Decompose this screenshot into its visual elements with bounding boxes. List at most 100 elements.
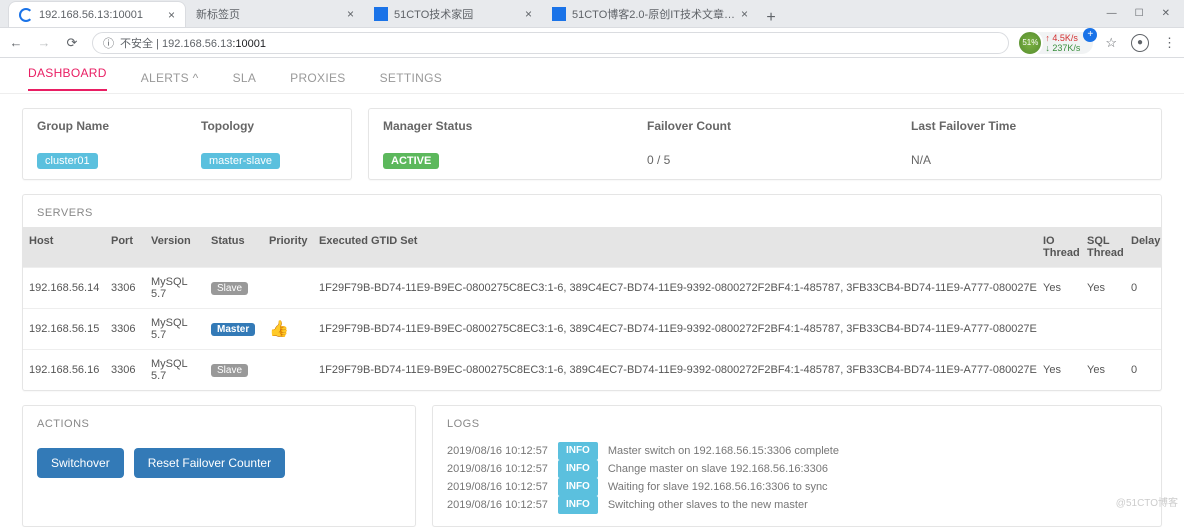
close-window-icon[interactable]: ✕ [1162,8,1170,19]
tab-alerts[interactable]: ALERTS ^ [141,71,199,85]
log-level: INFO [558,460,598,478]
cell-host: 192.168.56.16 [23,356,105,384]
cell-gtid: 1F29F79B-BD74-11E9-B9EC-0800275C8EC3:1-6… [313,315,1037,343]
cell-gtid: 1F29F79B-BD74-11E9-B9EC-0800275C8EC3:1-6… [313,356,1037,384]
header-group-name: Group Name [23,109,187,143]
last-failover: N/A [897,143,1161,179]
log-line: 2019/08/16 10:12:57 INFO Waiting for sla… [447,478,1147,496]
close-icon[interactable]: × [347,7,354,21]
table-row[interactable]: 192.168.56.15 3306 MySQL 5.7 Master 👍 1F… [23,308,1161,349]
cell-io [1037,321,1081,337]
cell-version: MySQL 5.7 [145,350,205,390]
tab-title: 51CTO技术家园 [394,6,473,22]
cell-io: Yes [1037,274,1081,302]
star-icon[interactable]: ☆ [1105,35,1117,51]
log-ts: 2019/08/16 10:12:57 [447,478,548,496]
cell-status: Master [205,315,263,343]
favicon-icon [374,7,388,21]
info-icon[interactable]: ⓘ [103,35,114,51]
forward-icon[interactable]: → [36,35,52,50]
menu-icon[interactable]: ⋮ [1163,35,1176,51]
url-input[interactable]: ⓘ 不安全 | 192.168.56.13:10001 [92,32,1009,54]
status-panel: Manager Status Failover Count Last Failo… [368,108,1162,180]
browser-tab[interactable]: 新标签页 × [186,1,364,27]
cell-io: Yes [1037,356,1081,384]
cell-sql: Yes [1081,356,1125,384]
actions-panel: ACTIONS Switchover Reset Failover Counte… [22,405,416,527]
servers-title: SERVERS [23,195,1161,227]
browser-tabs: 192.168.56.13:10001 × 新标签页 × 51CTO技术家园 ×… [0,0,1184,28]
log-line: 2019/08/16 10:12:57 INFO Change master o… [447,460,1147,478]
group-name-chip[interactable]: cluster01 [37,153,98,169]
log-level: INFO [558,478,598,496]
favicon-icon [19,8,33,22]
cell-gtid: 1F29F79B-BD74-11E9-B9EC-0800275C8EC3:1-6… [313,274,1037,302]
cell-host: 192.168.56.14 [23,274,105,302]
log-level: INFO [558,496,598,514]
header-last-failover: Last Failover Time [897,109,1161,143]
close-icon[interactable]: × [741,7,748,21]
address-bar: ← → ⟳ ⓘ 不安全 | 192.168.56.13:10001 51% ↑ … [0,28,1184,58]
percent-badge: 51% [1017,30,1043,56]
topology-chip[interactable]: master-slave [201,153,280,169]
active-chip: ACTIVE [383,153,439,169]
cell-sql: Yes [1081,274,1125,302]
group-panel: Group Name Topology cluster01 master-sla… [22,108,352,180]
header-manager-status: Manager Status [369,109,633,143]
upload-speed: ↑ 4.5K/s [1045,33,1080,43]
cell-priority: 👍 [263,311,313,347]
header-failover-count: Failover Count [633,109,897,143]
cell-priority [263,362,313,378]
minimize-icon[interactable]: — [1107,8,1117,19]
cell-sql [1081,321,1125,337]
tab-title: 新标签页 [196,6,240,22]
back-icon[interactable]: ← [8,35,24,50]
log-msg: Change master on slave 192.168.56.16:330… [608,460,828,478]
cell-port: 3306 [105,315,145,343]
browser-tab[interactable]: 51CTO博客2.0-原创IT技术文章… × [542,1,758,27]
log-msg: Master switch on 192.168.56.15:3306 comp… [608,442,839,460]
reset-failover-button[interactable]: Reset Failover Counter [134,448,285,478]
cell-version: MySQL 5.7 [145,309,205,349]
log-ts: 2019/08/16 10:12:57 [447,460,548,478]
tab-dashboard[interactable]: DASHBOARD [28,66,107,91]
log-ts: 2019/08/16 10:12:57 [447,442,548,460]
new-tab-button[interactable]: + [758,9,784,27]
table-row[interactable]: 192.168.56.16 3306 MySQL 5.7 Slave 1F29F… [23,349,1161,390]
logs-panel: LOGS 2019/08/16 10:12:57 INFO Master swi… [432,405,1162,527]
cell-status: Slave [205,274,263,302]
reload-icon[interactable]: ⟳ [64,35,80,51]
cell-version: MySQL 5.7 [145,268,205,308]
profile-icon[interactable]: ● [1131,34,1149,52]
window-controls: — ☐ ✕ [1107,8,1184,19]
maximize-icon[interactable]: ☐ [1135,8,1144,19]
favicon-icon [552,7,566,21]
log-ts: 2019/08/16 10:12:57 [447,496,548,514]
browser-tab[interactable]: 51CTO技术家园 × [364,1,542,27]
download-speed: ↓ 237K/s [1045,43,1080,53]
close-icon[interactable]: × [168,8,175,22]
app-nav: DASHBOARD ALERTS ^ SLA PROXIES SETTINGS [0,62,1184,94]
browser-tab[interactable]: 192.168.56.13:10001 × [8,1,186,27]
plus-icon[interactable]: + [1083,28,1097,42]
log-msg: Switching other slaves to the new master [608,496,808,514]
url-text: 不安全 | 192.168.56.13:10001 [120,35,266,51]
cell-delay: 0 [1125,274,1161,302]
tab-settings[interactable]: SETTINGS [380,71,442,85]
tab-proxies[interactable]: PROXIES [290,71,345,85]
log-msg: Waiting for slave 192.168.56.16:3306 to … [608,478,828,496]
thumbs-up-icon: 👍 [269,321,289,338]
close-icon[interactable]: × [525,7,532,21]
log-level: INFO [558,442,598,460]
cell-host: 192.168.56.15 [23,315,105,343]
cell-delay: 0 [1125,356,1161,384]
header-topology: Topology [187,109,351,143]
table-row[interactable]: 192.168.56.14 3306 MySQL 5.7 Slave 1F29F… [23,267,1161,308]
network-badge[interactable]: 51% ↑ 4.5K/s ↓ 237K/s + [1021,32,1093,54]
tab-sla[interactable]: SLA [233,71,257,85]
log-line: 2019/08/16 10:12:57 INFO Switching other… [447,496,1147,514]
cell-priority [263,280,313,296]
cell-delay [1125,321,1161,337]
log-line: 2019/08/16 10:12:57 INFO Master switch o… [447,442,1147,460]
switchover-button[interactable]: Switchover [37,448,124,478]
